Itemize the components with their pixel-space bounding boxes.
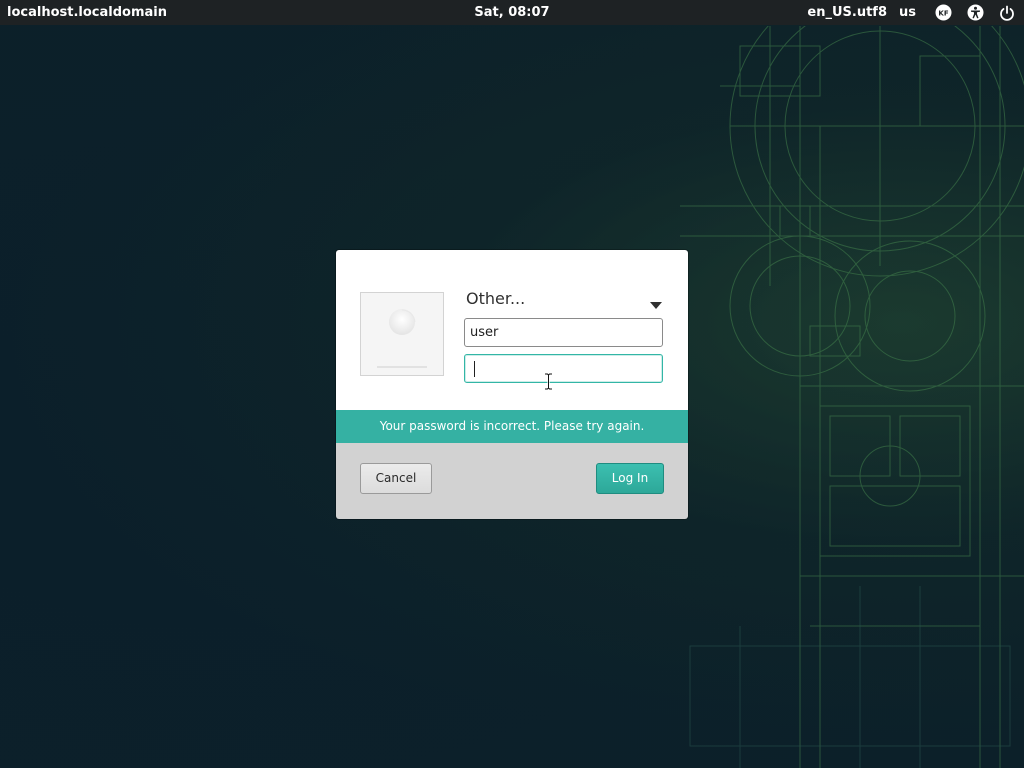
cancel-button[interactable]: Cancel [360,463,432,494]
dialog-footer: Cancel Log In [336,443,688,519]
login-button[interactable]: Log In [596,463,664,494]
status-area: en_US.utf8 us KF [807,0,1016,25]
keyboard-layout-indicator[interactable]: us [899,5,916,20]
avatar [360,292,444,376]
svg-text:KF: KF [938,10,948,18]
locale-indicator[interactable]: en_US.utf8 [807,5,887,20]
error-message: Your password is incorrect. Please try a… [336,410,688,443]
user-selector-label: Other... [466,289,526,308]
text-cursor-icon [545,373,552,390]
blueprint-wallpaper [680,26,1024,768]
input-method-icon[interactable]: KF [934,4,952,22]
dialog-header: Other... [336,250,688,410]
username-field[interactable] [464,318,663,347]
chevron-down-icon[interactable] [650,295,662,314]
power-icon[interactable] [998,4,1016,22]
password-field[interactable] [464,354,663,383]
user-selector[interactable]: Other... [464,288,664,310]
accessibility-icon[interactable] [966,4,984,22]
clock-label[interactable]: Sat, 08:07 [474,5,549,20]
user-icon [377,309,427,368]
login-dialog: Other... Your password is incorrect. Ple… [336,250,688,519]
top-bar: localhost.localdomain Sat, 08:07 en_US.u… [0,0,1024,25]
text-caret [474,361,475,377]
